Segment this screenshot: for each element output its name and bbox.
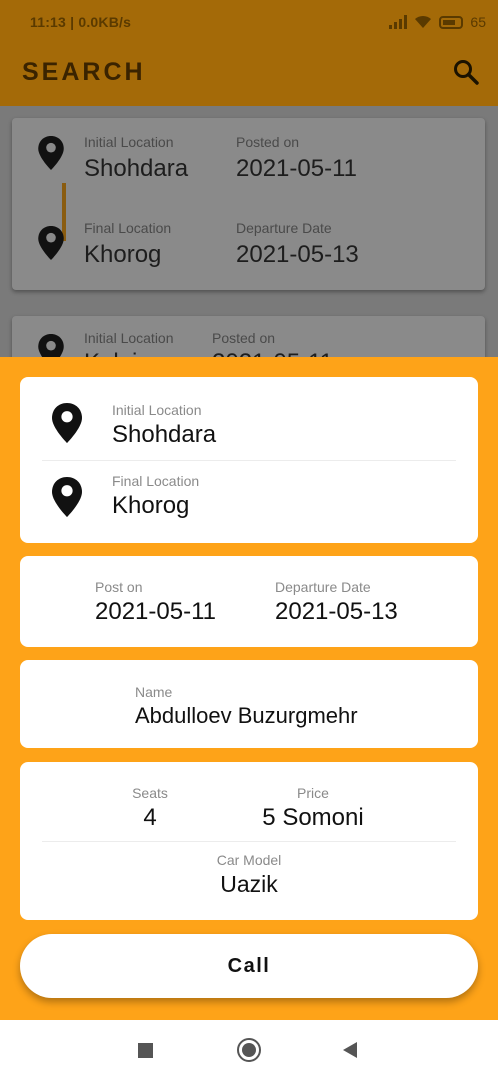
car-model-label: Car Model (216, 852, 282, 868)
posted-on-label: Posted on (212, 330, 276, 346)
post-on-label: Post on (95, 579, 143, 595)
initial-location-label: Initial Location (84, 330, 174, 346)
location-pin-icon (38, 136, 64, 170)
initial-location-value: Shohdara (112, 421, 217, 448)
departure-date-label: Departure Date (236, 220, 332, 236)
name-label: Name (135, 684, 173, 700)
ride-list: Initial Location Shohdara Posted on 2021… (0, 106, 498, 396)
final-location-label: Final Location (112, 473, 200, 489)
back-icon[interactable] (343, 1042, 357, 1058)
driver-card: Name Abdulloev Buzurgmehr (20, 660, 478, 748)
price-label: Price (297, 785, 329, 801)
divider (42, 460, 456, 461)
posted-on-value: 2021-05-11 (236, 155, 357, 182)
car-model-value: Uazik (220, 871, 278, 897)
location-pin-icon (52, 403, 82, 443)
battery-level: 65 (470, 14, 486, 30)
initial-location-value: Shohdara (84, 155, 189, 182)
post-on-value: 2021-05-11 (95, 598, 216, 625)
divider (42, 841, 456, 842)
system-nav-bar (0, 1020, 498, 1080)
battery-icon (439, 15, 464, 29)
departure-date-label: Departure Date (275, 579, 371, 595)
ride-info-card: Seats 4 Price 5 Somoni Car Model Uazik (20, 762, 478, 920)
search-icon[interactable] (452, 58, 480, 86)
signal-icon (389, 15, 408, 29)
list-item[interactable]: Initial Location Shohdara Posted on 2021… (12, 118, 485, 290)
call-button[interactable]: Call (20, 934, 478, 998)
final-location-value: Khorog (112, 492, 190, 519)
page-title: SEARCH (22, 58, 146, 86)
wifi-icon (415, 15, 432, 28)
initial-location-label: Initial Location (84, 134, 174, 150)
app-bar: SEARCH (0, 36, 498, 106)
location-pin-icon (52, 477, 82, 517)
location-pin-icon (38, 226, 64, 260)
status-icons: 65 (389, 14, 486, 30)
initial-location-label: Initial Location (112, 402, 202, 418)
departure-date-value: 2021-05-13 (275, 598, 398, 625)
route-card: Initial Location Shohdara Final Location… (20, 377, 478, 543)
ride-detail-sheet: Initial Location Shohdara Final Location… (0, 357, 498, 1020)
recents-icon[interactable] (138, 1043, 153, 1058)
departure-date-value: 2021-05-13 (236, 241, 359, 268)
price-value: 5 Somoni (262, 804, 364, 831)
driver-name-value: Abdulloev Buzurgmehr (135, 703, 358, 728)
status-bar: 11:13 | 0.0KB/s 65 (0, 0, 498, 36)
status-time-speed: 11:13 | 0.0KB/s (30, 14, 132, 30)
home-icon[interactable] (237, 1038, 261, 1062)
posted-on-label: Posted on (236, 134, 300, 150)
final-location-value: Khorog (84, 241, 162, 268)
final-location-label: Final Location (84, 220, 172, 236)
dates-card: Post on 2021-05-11 Departure Date 2021-0… (20, 556, 478, 647)
